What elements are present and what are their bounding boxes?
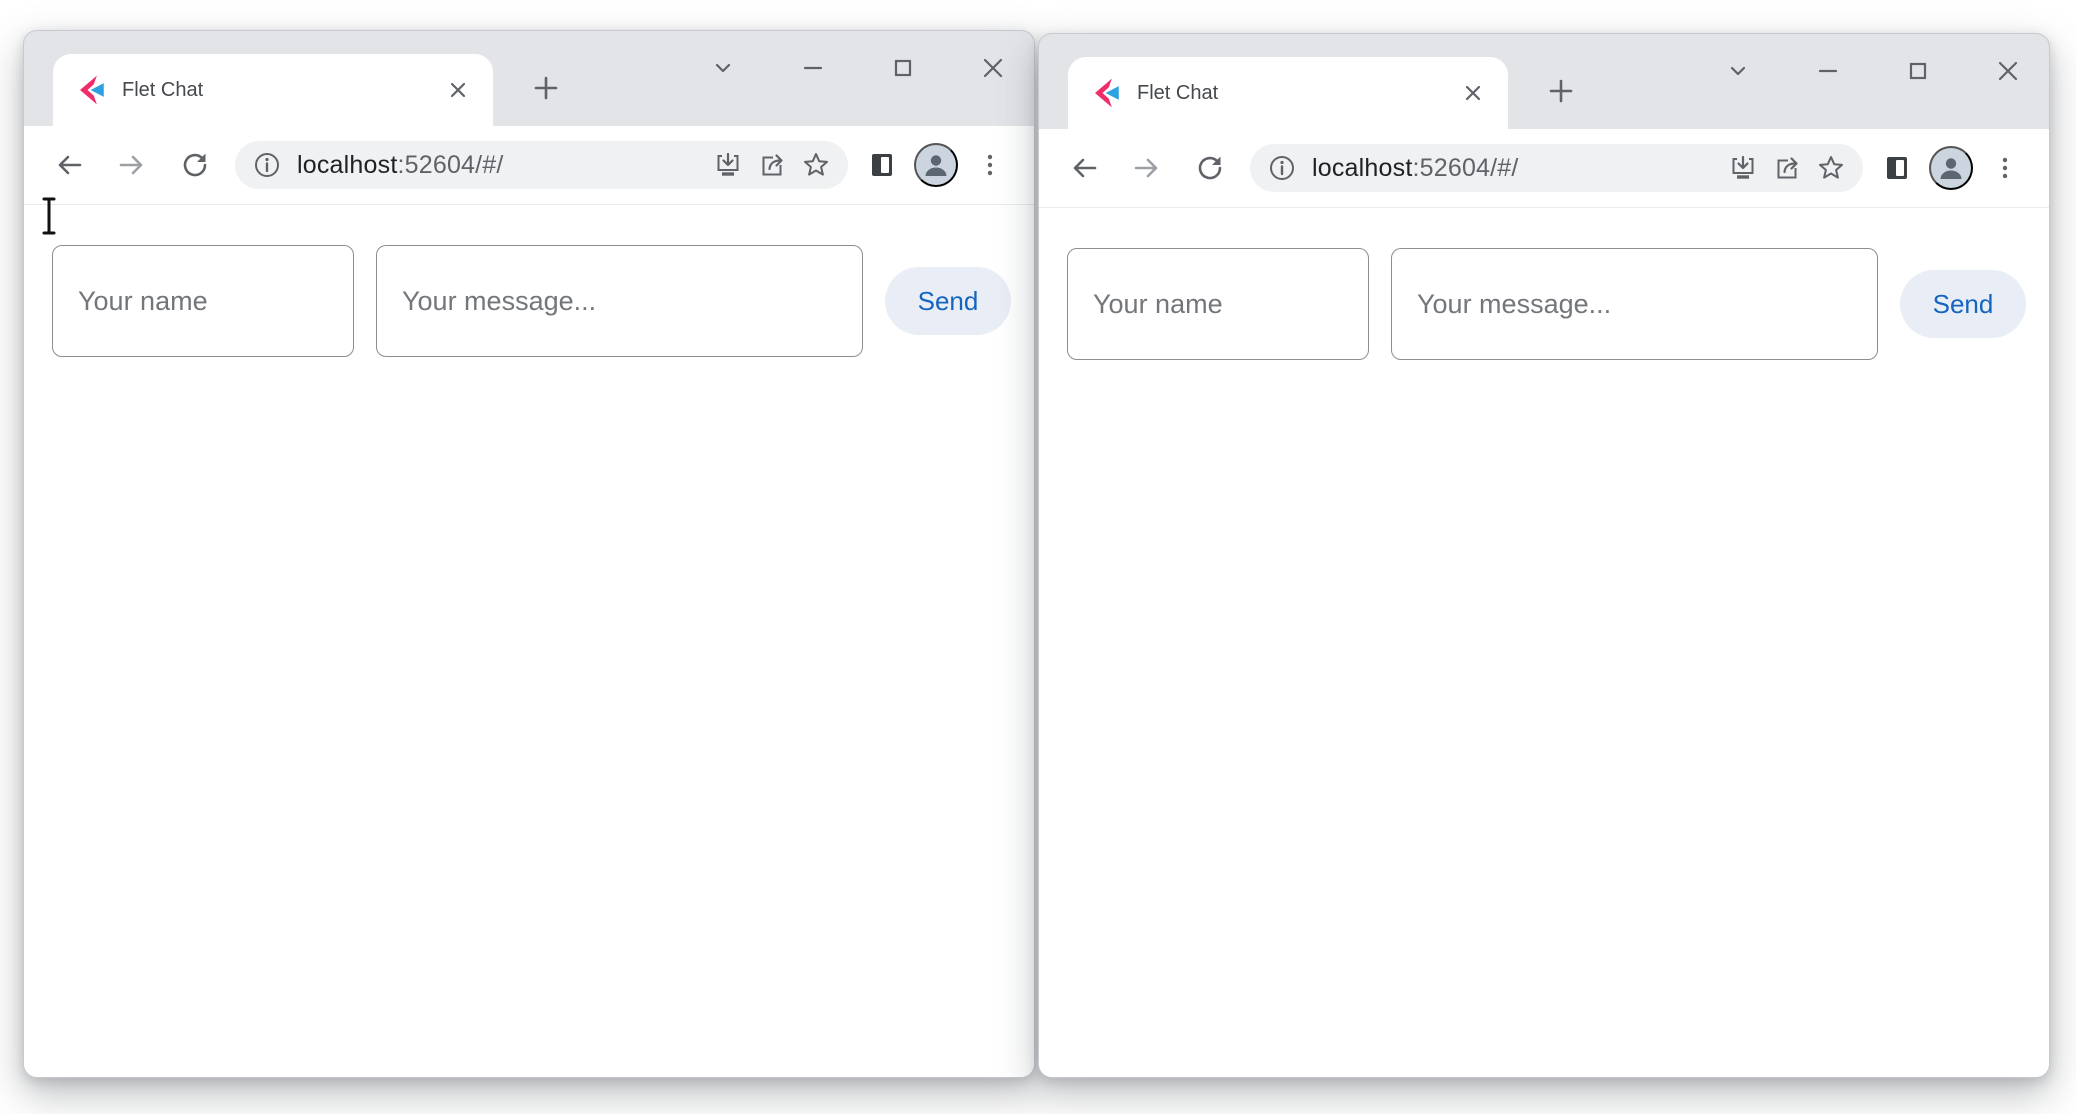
share-icon[interactable] xyxy=(750,143,794,187)
tab-search-chevron-icon[interactable] xyxy=(1721,54,1755,88)
maximize-button[interactable] xyxy=(886,51,920,85)
chat-page: Send xyxy=(24,205,1034,1077)
minimize-button[interactable] xyxy=(796,51,830,85)
send-button[interactable]: Send xyxy=(1900,270,2026,338)
url-path: :52604/#/ xyxy=(397,151,503,179)
back-icon[interactable] xyxy=(46,142,92,188)
desktop: { "colors": { "frame": "#e2e4e8", "toolb… xyxy=(0,0,2076,1114)
site-info-icon[interactable] xyxy=(1267,153,1297,183)
name-input[interactable] xyxy=(1067,248,1369,360)
maximize-button[interactable] xyxy=(1901,54,1935,88)
name-input[interactable] xyxy=(52,245,354,357)
tab-search-chevron-icon[interactable] xyxy=(706,51,740,85)
tab-strip: Flet Chat xyxy=(1039,34,2049,129)
url-path: :52604/#/ xyxy=(1412,154,1518,182)
back-icon[interactable] xyxy=(1061,145,1107,191)
tab-close-icon[interactable] xyxy=(1456,76,1490,110)
chat-form: Send xyxy=(52,245,1011,357)
message-input[interactable] xyxy=(1391,248,1878,360)
forward-icon[interactable] xyxy=(1124,145,1170,191)
browser-window-right: Flet Chat xyxy=(1038,33,2050,1078)
flet-favicon-icon xyxy=(1090,78,1120,108)
flet-favicon-icon xyxy=(75,75,105,105)
bookmark-star-icon[interactable] xyxy=(794,143,838,187)
menu-kebab-icon[interactable] xyxy=(1983,146,2027,190)
browser-toolbar: localhost:52604/#/ xyxy=(24,126,1034,205)
reload-icon[interactable] xyxy=(172,142,218,188)
tab-strip: Flet Chat xyxy=(24,31,1034,126)
tab-flet-chat[interactable]: Flet Chat xyxy=(53,54,493,126)
toolbar-right-tools xyxy=(1875,146,2027,190)
window-controls xyxy=(1721,54,2025,88)
install-app-icon[interactable] xyxy=(1721,146,1765,190)
install-app-icon[interactable] xyxy=(706,143,750,187)
close-button[interactable] xyxy=(1991,54,2025,88)
side-panel-icon[interactable] xyxy=(1875,146,1919,190)
url-text[interactable]: localhost:52604/#/ xyxy=(297,151,504,180)
site-info-icon[interactable] xyxy=(252,150,282,180)
close-button[interactable] xyxy=(976,51,1010,85)
new-tab-button[interactable] xyxy=(526,68,566,108)
url-host: localhost xyxy=(1312,154,1412,182)
chat-page: Send xyxy=(1039,208,2049,1077)
minimize-button[interactable] xyxy=(1811,54,1845,88)
share-icon[interactable] xyxy=(1765,146,1809,190)
chat-form: Send xyxy=(1067,248,2026,360)
profile-avatar[interactable] xyxy=(914,143,958,187)
address-bar[interactable]: localhost:52604/#/ xyxy=(235,141,848,189)
new-tab-button[interactable] xyxy=(1541,71,1581,111)
menu-kebab-icon[interactable] xyxy=(968,143,1012,187)
message-input[interactable] xyxy=(376,245,863,357)
tab-flet-chat[interactable]: Flet Chat xyxy=(1068,57,1508,129)
tab-close-icon[interactable] xyxy=(441,73,475,107)
profile-avatar[interactable] xyxy=(1929,146,1973,190)
url-host: localhost xyxy=(297,151,397,179)
send-button[interactable]: Send xyxy=(885,267,1011,335)
toolbar-right-tools xyxy=(860,143,1012,187)
tab-title: Flet Chat xyxy=(122,79,441,102)
address-bar[interactable]: localhost:52604/#/ xyxy=(1250,144,1863,192)
browser-window-left: Flet Chat xyxy=(23,30,1035,1078)
window-controls xyxy=(706,51,1010,85)
side-panel-icon[interactable] xyxy=(860,143,904,187)
tab-title: Flet Chat xyxy=(1137,82,1456,105)
browser-toolbar: localhost:52604/#/ xyxy=(1039,129,2049,208)
url-text[interactable]: localhost:52604/#/ xyxy=(1312,154,1519,183)
reload-icon[interactable] xyxy=(1187,145,1233,191)
bookmark-star-icon[interactable] xyxy=(1809,146,1853,190)
forward-icon[interactable] xyxy=(109,142,155,188)
